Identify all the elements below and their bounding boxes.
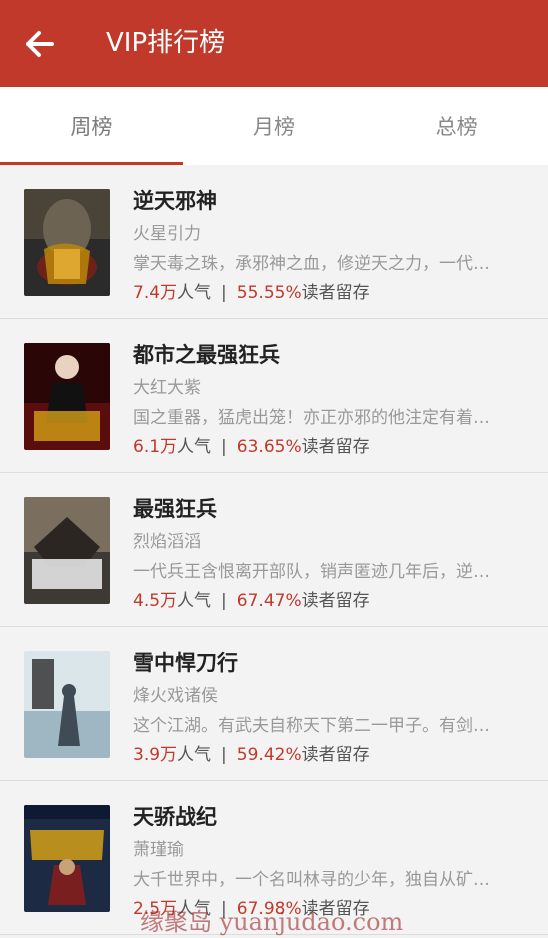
popularity-label: 人气 bbox=[177, 591, 212, 611]
page-title: VIP排行榜 bbox=[106, 28, 226, 58]
retention-value: 59.42% bbox=[236, 745, 302, 765]
book-stats: 4.5万人气 | 67.47%读者留存 bbox=[133, 586, 370, 611]
book-item[interactable]: 都市之最强狂兵 大红大紫 国之重器，猛虎出笼！亦正亦邪的他注定有着… 6.1万人… bbox=[0, 319, 548, 473]
popularity-value: 4.5万 bbox=[133, 591, 178, 611]
ranking-tabs: 周榜 月榜 总榜 bbox=[0, 87, 548, 165]
book-description: 大千世界中，一个名叫林寻的少年，独自从矿… bbox=[133, 870, 490, 890]
stats-separator: | bbox=[221, 745, 227, 765]
book-description: 国之重器，猛虎出笼！亦正亦邪的他注定有着… bbox=[133, 408, 490, 428]
book-item[interactable]: 最强狂兵 烈焰滔滔 一代兵王含恨离开部队，销声匿迹几年后，逆… 4.5万人气 | 6… bbox=[0, 473, 548, 627]
stats-separator: | bbox=[221, 437, 227, 457]
popularity-value: 6.1万 bbox=[133, 437, 178, 457]
tab-label: 月榜 bbox=[253, 115, 295, 139]
popularity-label: 人气 bbox=[177, 745, 212, 765]
retention-value: 67.47% bbox=[236, 591, 302, 611]
retention-value: 63.65% bbox=[236, 437, 302, 457]
book-author: 大红大紫 bbox=[133, 378, 201, 398]
book-list: 逆天邪神 火星引力 掌天毒之珠，承邪神之血，修逆天之力，一代… 7.4万人气 | 5… bbox=[0, 165, 548, 938]
book-author: 火星引力 bbox=[133, 224, 201, 244]
retention-label: 读者留存 bbox=[301, 591, 370, 611]
book-author: 萧瑾瑜 bbox=[133, 840, 184, 860]
tab-weekly[interactable]: 周榜 bbox=[0, 87, 183, 165]
book-description: 一代兵王含恨离开部队，销声匿迹几年后，逆… bbox=[133, 562, 490, 582]
book-item[interactable]: 逆天邪神 火星引力 掌天毒之珠，承邪神之血，修逆天之力，一代… 7.4万人气 | 5… bbox=[0, 165, 548, 319]
book-description: 这个江湖。有武夫自称天下第二一甲子。有剑… bbox=[133, 716, 490, 736]
stats-separator: | bbox=[221, 591, 227, 611]
book-cover bbox=[24, 805, 110, 912]
book-description: 掌天毒之珠，承邪神之血，修逆天之力，一代… bbox=[133, 254, 490, 274]
book-item[interactable]: 雪中悍刀行 烽火戏诸侯 这个江湖。有武夫自称天下第二一甲子。有剑… 3.9万人气… bbox=[0, 627, 548, 781]
book-author: 烈焰滔滔 bbox=[133, 532, 201, 552]
book-title: 都市之最强狂兵 bbox=[133, 343, 280, 367]
retention-label: 读者留存 bbox=[301, 745, 370, 765]
top-bar: VIP排行榜 bbox=[0, 0, 548, 87]
book-stats: 3.9万人气 | 59.42%读者留存 bbox=[133, 740, 370, 765]
book-title: 天骄战纪 bbox=[133, 805, 217, 829]
popularity-label: 人气 bbox=[177, 283, 212, 303]
popularity-value: 7.4万 bbox=[133, 283, 178, 303]
book-author: 烽火戏诸侯 bbox=[133, 686, 218, 706]
book-title: 逆天邪神 bbox=[133, 189, 217, 213]
popularity-value: 3.9万 bbox=[133, 745, 178, 765]
retention-label: 读者留存 bbox=[301, 437, 370, 457]
book-cover bbox=[24, 189, 110, 296]
tab-total[interactable]: 总榜 bbox=[365, 87, 548, 165]
retention-value: 55.55% bbox=[236, 283, 302, 303]
book-stats: 6.1万人气 | 63.65%读者留存 bbox=[133, 432, 370, 457]
back-arrow-icon[interactable] bbox=[20, 24, 60, 64]
book-title: 最强狂兵 bbox=[133, 497, 217, 521]
tab-label: 总榜 bbox=[435, 115, 478, 139]
book-cover bbox=[24, 343, 110, 450]
stats-separator: | bbox=[221, 283, 227, 303]
book-cover bbox=[24, 651, 110, 758]
watermark: 缘聚岛 yuanjudao.com bbox=[140, 908, 404, 936]
tab-monthly[interactable]: 月榜 bbox=[183, 87, 366, 165]
book-stats: 7.4万人气 | 55.55%读者留存 bbox=[133, 278, 370, 303]
book-title: 雪中悍刀行 bbox=[133, 651, 238, 675]
popularity-label: 人气 bbox=[177, 437, 212, 457]
book-cover bbox=[24, 497, 110, 604]
retention-label: 读者留存 bbox=[301, 283, 370, 303]
tab-label: 周榜 bbox=[70, 115, 113, 139]
